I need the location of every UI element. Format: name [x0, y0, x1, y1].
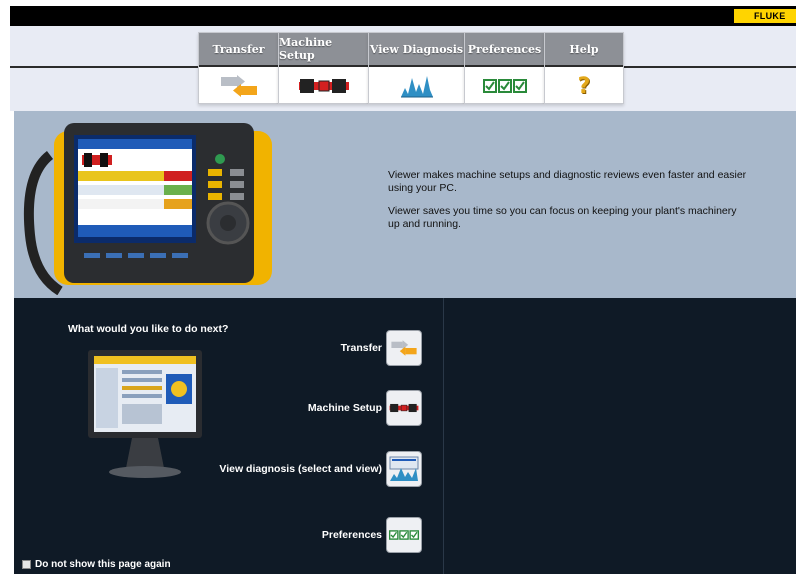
view-diagnosis-icon	[400, 76, 433, 98]
tab-machine-setup[interactable]: Machine Setup	[278, 32, 368, 104]
dont-show-again-checkbox[interactable]: Do not show this page again	[22, 559, 171, 570]
tab-transfer[interactable]: Transfer	[198, 32, 278, 104]
tab-view-diagnosis[interactable]: View Diagnosis	[368, 32, 464, 104]
preferences-icon	[386, 517, 422, 553]
panel-divider	[443, 298, 444, 574]
hero-panel: Viewer makes machine setups and diagnost…	[14, 111, 796, 298]
tab-label: Transfer	[199, 33, 278, 67]
hero-line-1: Viewer makes machine setups and diagnost…	[388, 169, 747, 194]
title-bar: FLUKE	[10, 6, 796, 26]
action-label: Machine Setup	[307, 402, 382, 414]
tab-label: View Diagnosis	[369, 33, 464, 67]
transfer-icon	[386, 330, 422, 366]
action-preferences[interactable]: Preferences	[230, 517, 422, 553]
monitor-image	[88, 350, 202, 478]
tab-label: Help	[545, 33, 623, 67]
main-tabs: Transfer Machine Setup View Diagnosis Pr…	[198, 32, 624, 104]
action-machine-setup[interactable]: Machine Setup	[230, 390, 422, 426]
machine-setup-icon	[298, 79, 349, 93]
action-view-diagnosis[interactable]: View diagnosis (select and view)	[210, 451, 422, 487]
help-icon: ?	[577, 73, 591, 99]
tab-preferences[interactable]: Preferences	[464, 32, 544, 104]
view-diagnosis-icon	[386, 451, 422, 487]
machine-setup-icon	[386, 390, 422, 426]
action-label: Transfer	[340, 342, 382, 354]
hero-line-2: Viewer saves you time so you can focus o…	[388, 205, 737, 230]
checkbox-box[interactable]	[22, 560, 31, 569]
tab-label: Machine Setup	[279, 33, 368, 67]
device-image	[23, 123, 272, 295]
tab-label: Preferences	[465, 33, 544, 67]
preferences-icon	[482, 79, 527, 93]
transfer-icon	[220, 75, 257, 97]
action-label: View diagnosis (select and view)	[219, 463, 382, 475]
brand-logo: FLUKE	[734, 9, 796, 23]
tab-help[interactable]: Help ?	[544, 32, 624, 104]
action-label: Preferences	[321, 529, 382, 541]
hero-description: Viewer makes machine setups and diagnost…	[388, 169, 748, 241]
next-steps-prompt: What would you like to do next?	[68, 323, 229, 335]
checkbox-label: Do not show this page again	[35, 559, 171, 570]
action-transfer[interactable]: Transfer	[230, 330, 422, 366]
